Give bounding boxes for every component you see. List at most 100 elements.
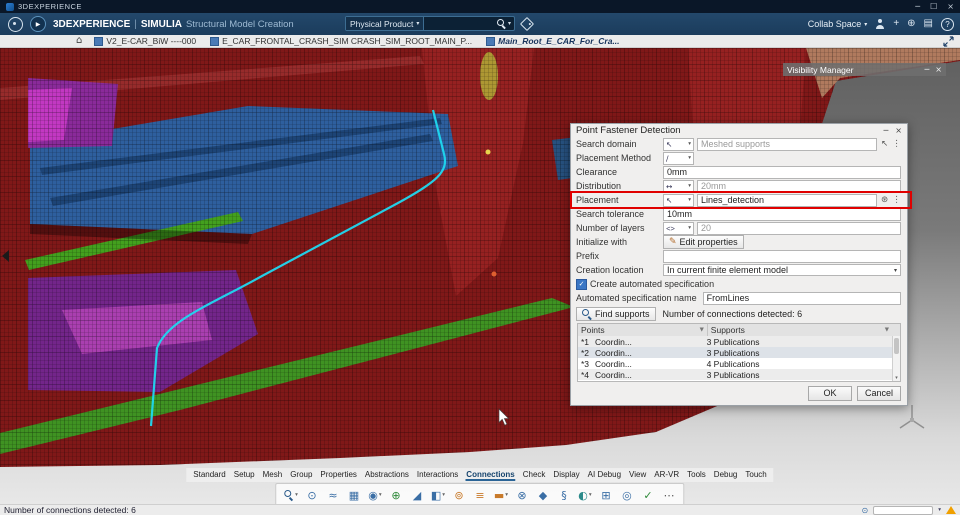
chevron-down-icon[interactable]: ▾	[938, 507, 941, 513]
add-user-icon[interactable]	[875, 19, 885, 29]
ribbon-tab-view[interactable]: View	[628, 469, 647, 481]
play-button[interactable]: ▶	[30, 16, 46, 32]
surface-fastener-icon[interactable]: ▦	[344, 486, 363, 504]
ribbon-tab-check[interactable]: Check	[522, 469, 547, 481]
ribbon-tab-ai-debug[interactable]: AI Debug	[587, 469, 622, 481]
ribbon-tab-debug[interactable]: Debug	[713, 469, 739, 481]
bolt-icon[interactable]: ⊗	[512, 486, 531, 504]
column-header-supports[interactable]: Supports ▼	[706, 324, 892, 336]
number-of-layers-field[interactable]: 20	[697, 221, 901, 235]
coupling-icon[interactable]: ◎	[617, 486, 636, 504]
visibility-close-button[interactable]: ×	[935, 65, 942, 74]
search-tools-icon[interactable]: ▾	[281, 486, 300, 504]
table-row[interactable]: *2 Coordin... 3 Publications	[578, 347, 892, 358]
column-header-points[interactable]: Points ▼	[578, 324, 707, 336]
connection-point-icon[interactable]: ⊕	[386, 486, 405, 504]
seam-weld-icon[interactable]: ≡	[470, 486, 489, 504]
auto-spec-checkbox[interactable]: ✓	[576, 278, 587, 290]
search-domain-combo[interactable]: ↖ ▾	[663, 137, 694, 151]
connection-line-icon[interactable]: ◢	[407, 486, 426, 504]
warning-icon[interactable]	[946, 506, 956, 514]
distribution-field[interactable]: 20mm	[697, 179, 901, 193]
table-row[interactable]: *4 Coordin... 3 Publications	[578, 369, 892, 380]
ribbon-tab-connections[interactable]: Connections	[465, 469, 515, 481]
close-button[interactable]: ×	[947, 0, 954, 13]
minimize-button[interactable]: ─	[915, 0, 920, 13]
ribbon-tab-interactions[interactable]: Interactions	[416, 469, 459, 481]
more-options-icon[interactable]: ⋮	[892, 195, 901, 205]
find-supports-button[interactable]: Find supports	[576, 307, 656, 321]
document-tab[interactable]: E_CAR_FRONTAL_CRASH_SIM CRASH_SIM_ROOT_M…	[210, 36, 472, 46]
placement-combo[interactable]: ↖ ▾	[663, 193, 694, 207]
visibility-manager-bar[interactable]: Visibility Manager ─ ×	[783, 63, 946, 76]
more-tools-icon[interactable]: ⋯	[659, 486, 678, 504]
dialog-minimize-button[interactable]: ─	[883, 126, 888, 135]
search-caret-icon[interactable]: ▾	[508, 20, 511, 27]
point-fastener-icon[interactable]: ⊙	[302, 486, 321, 504]
adhesive-icon[interactable]: ▬ ▾	[491, 486, 510, 504]
scrollbar-thumb[interactable]	[894, 338, 899, 354]
distribution-combo[interactable]: ↔ ▾	[663, 179, 694, 193]
fastener-point-orange[interactable]	[491, 271, 497, 277]
maximize-button[interactable]: ☐	[930, 0, 937, 13]
ribbon-tab-abstractions[interactable]: Abstractions	[364, 469, 410, 481]
curve-fastener-icon[interactable]: ≈	[323, 486, 342, 504]
ribbon-tab-mesh[interactable]: Mesh	[262, 469, 284, 481]
ribbon-tab-touch[interactable]: Touch	[744, 469, 767, 481]
more-options-icon[interactable]: ⋮	[892, 139, 901, 149]
home-icon[interactable]: ⌂	[76, 35, 82, 47]
ribbon-tab-display[interactable]: Display	[552, 469, 580, 481]
ribbon-tab-ar-vr[interactable]: AR-VR	[653, 469, 680, 481]
dialog-close-button[interactable]: ×	[895, 126, 902, 135]
search-input[interactable]	[424, 17, 497, 30]
help-icon[interactable]: ?	[941, 17, 954, 31]
status-quick-field[interactable]	[873, 505, 934, 515]
table-row[interactable]: *3 Coordin... 4 Publications	[578, 358, 892, 369]
search-context-chip[interactable]: Physical Product ▾	[346, 17, 425, 30]
global-search[interactable]: Physical Product ▾ ▾	[345, 16, 515, 31]
collab-space-menu[interactable]: Collab Space ▾	[808, 19, 868, 29]
placement-settings-icon[interactable]: ⊛	[880, 195, 889, 205]
table-row[interactable]: *1 Coordin... 3 Publications	[578, 336, 892, 347]
scroll-down-icon[interactable]: ▾	[893, 375, 900, 381]
connection-surface-icon[interactable]: ◧ ▾	[428, 486, 447, 504]
ribbon-tab-tools[interactable]: Tools	[686, 469, 707, 481]
search-tolerance-field[interactable]: 10mm	[663, 207, 901, 221]
search-icon[interactable]	[496, 18, 507, 29]
share-icon[interactable]: ⊕	[907, 13, 915, 35]
filter-icon[interactable]: ▼	[700, 327, 704, 333]
document-tab[interactable]: Main_Root_E_CAR_For_Cra...	[486, 36, 620, 46]
ribbon-tab-standard[interactable]: Standard	[192, 469, 226, 481]
spot-weld-icon[interactable]: ⊚	[449, 486, 468, 504]
visibility-minimize-button[interactable]: ─	[924, 65, 929, 74]
edit-properties-button[interactable]: ✎ Edit properties	[663, 235, 744, 249]
results-scrollbar[interactable]: ▾	[892, 336, 900, 381]
dialog-title-bar[interactable]: Point Fastener Detection ─ ×	[571, 124, 907, 137]
placement-method-combo[interactable]: ∕ ▾	[663, 151, 694, 165]
creation-location-select[interactable]: In current finite element model ▾	[663, 264, 901, 276]
filter-icon[interactable]: ▼	[885, 327, 889, 333]
ribbon-tab-group[interactable]: Group	[289, 469, 313, 481]
rigid-connection-icon[interactable]: ◆	[533, 486, 552, 504]
ribbon-tab-setup[interactable]: Setup	[233, 469, 256, 481]
add-content-icon[interactable]: +	[893, 13, 899, 35]
search-domain-field[interactable]: Meshed supports	[697, 137, 877, 151]
check-connections-icon[interactable]: ✓	[638, 486, 657, 504]
fastener-review-icon[interactable]: ◉ ▾	[365, 486, 384, 504]
fastener-point-yellow[interactable]	[485, 149, 491, 155]
ok-button[interactable]: OK	[808, 386, 852, 401]
status-tool-icon[interactable]: ⊙	[862, 506, 869, 515]
cancel-button[interactable]: Cancel	[857, 386, 901, 401]
contact-icon[interactable]: ◐ ▾	[575, 486, 594, 504]
spring-connection-icon[interactable]: §	[554, 486, 573, 504]
number-of-layers-combo[interactable]: <> ▾	[663, 221, 694, 235]
clearance-field[interactable]: 0mm	[663, 165, 901, 179]
pick-in-3d-icon[interactable]: ↖	[880, 139, 889, 149]
apps-icon[interactable]: ▤	[924, 13, 933, 35]
document-tab[interactable]: V2_E-CAR_BiW ----000	[94, 36, 196, 46]
compass-icon[interactable]	[8, 16, 23, 32]
tie-icon[interactable]: ⊞	[596, 486, 615, 504]
prefix-field[interactable]	[663, 249, 901, 263]
placement-field[interactable]: Lines_detection	[697, 193, 877, 207]
ribbon-tab-properties[interactable]: Properties	[319, 469, 357, 481]
